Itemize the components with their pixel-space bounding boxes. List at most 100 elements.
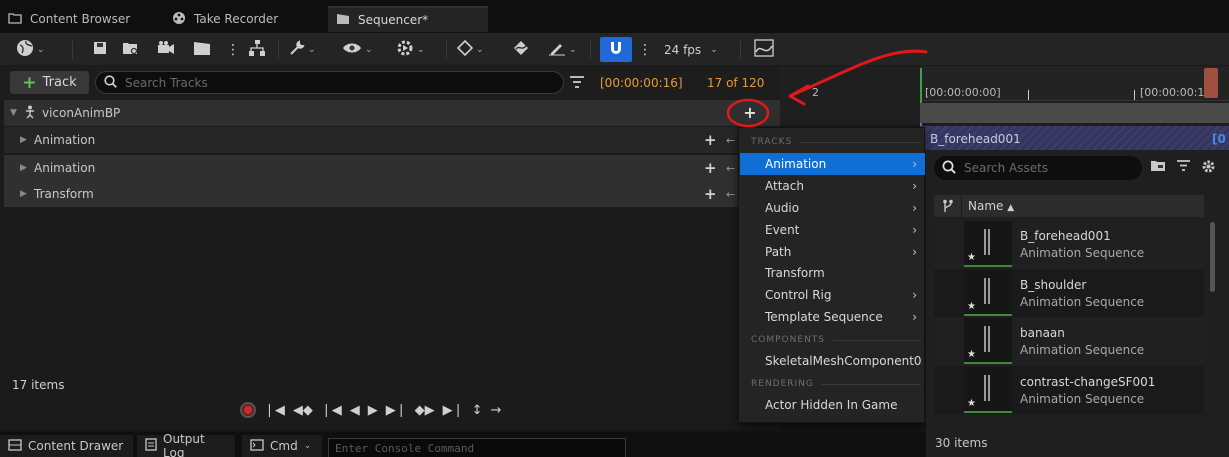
- timeline-area[interactable]: 2 [00:00:00:00] [00:00:00:12]: [780, 66, 1229, 126]
- asset-item[interactable]: ★ B_forehead001 Animation Sequence: [934, 220, 1204, 268]
- jump-to-end-icon[interactable]: ▶❘: [443, 403, 464, 418]
- add-track-label: Track: [42, 75, 77, 90]
- cmd-selector[interactable]: Cmd ⌄: [242, 435, 322, 457]
- record-button[interactable]: [240, 402, 256, 418]
- asset-item[interactable]: ★ contrast-changeSF001 Animation Sequence: [934, 366, 1204, 414]
- playhead[interactable]: [1204, 68, 1218, 98]
- add-key-plus-icon[interactable]: +: [704, 185, 717, 203]
- column-name[interactable]: Name ▲: [962, 199, 1014, 213]
- object-binding-row[interactable]: ▼ viconAnimBP: [4, 100, 780, 126]
- folder-view-icon[interactable]: [1150, 159, 1166, 178]
- menu-item-path[interactable]: Path ›: [740, 241, 925, 263]
- back-arrow-icon[interactable]: ←: [726, 188, 735, 201]
- menu-section-header: TRACKS: [751, 137, 921, 147]
- menu-item-actor-hidden-in-game[interactable]: Actor Hidden In Game: [740, 394, 925, 416]
- ruler-tick: [1134, 90, 1135, 100]
- back-arrow-icon[interactable]: ←: [726, 134, 735, 147]
- section-label: B_forehead001: [930, 131, 1021, 146]
- track-label: Animation: [34, 161, 96, 175]
- frame-rate-select[interactable]: 24 fps ⌄: [664, 39, 718, 61]
- menu-item-label: Audio: [765, 201, 800, 215]
- camera-icon: [157, 41, 175, 59]
- track-label: Animation: [34, 133, 96, 147]
- play-icon[interactable]: ▶: [368, 403, 378, 418]
- jump-arrow-icon[interactable]: →: [490, 403, 501, 418]
- keyframe-button[interactable]: ⌄: [456, 39, 484, 61]
- menu-item-control-rig[interactable]: Control Rig ›: [740, 284, 925, 306]
- menu-item-audio[interactable]: Audio ›: [740, 197, 925, 219]
- add-track-button[interactable]: + Track: [10, 71, 89, 94]
- content-drawer-button[interactable]: Content Drawer: [0, 435, 133, 457]
- more-options-button[interactable]: ⋮: [226, 39, 240, 61]
- menu-item-transform[interactable]: Transform: [740, 262, 925, 284]
- track-row-animation[interactable]: ▶ Animation + ←: [4, 127, 780, 153]
- menu-item-animation[interactable]: Animation ›: [740, 153, 925, 175]
- film-reel-icon: [172, 11, 186, 28]
- tab-label: Sequencer*: [358, 13, 429, 27]
- expand-arrow-icon[interactable]: ▶: [20, 163, 34, 173]
- asset-item[interactable]: ★ B_shoulder Animation Sequence: [934, 269, 1204, 317]
- browse-button[interactable]: [122, 39, 140, 61]
- save-button[interactable]: [92, 39, 108, 61]
- tab-take-recorder[interactable]: Take Recorder: [164, 6, 324, 32]
- tab-content-browser[interactable]: Content Browser: [0, 6, 160, 32]
- add-section-plus-icon[interactable]: +: [704, 131, 717, 149]
- asset-list-header: Name ▲: [934, 195, 1204, 217]
- asset-item[interactable]: ★ banaan Animation Sequence: [934, 317, 1204, 365]
- hierarchy-button[interactable]: [248, 39, 266, 61]
- hierarchy-icon: [248, 39, 266, 61]
- gear-icon[interactable]: [1201, 159, 1216, 178]
- toolbar-divider: [740, 41, 741, 59]
- back-arrow-icon[interactable]: ←: [726, 162, 735, 175]
- folder-search-icon: [122, 40, 140, 60]
- play-reverse-icon[interactable]: ◀: [350, 403, 360, 418]
- asset-list-scrollbar[interactable]: [1210, 222, 1215, 292]
- track-row-animation[interactable]: ▶ Animation + ←: [4, 155, 780, 181]
- chevron-down-icon: ⌄: [569, 45, 577, 55]
- world-button[interactable]: ⌄: [16, 39, 45, 61]
- tools-button[interactable]: ⌄: [289, 39, 316, 61]
- menu-item-template-sequence[interactable]: Template Sequence ›: [740, 306, 925, 328]
- step-back-key-icon[interactable]: ◀◆: [293, 403, 313, 418]
- asset-type: Animation Sequence: [1020, 294, 1145, 309]
- menu-item-attach[interactable]: Attach ›: [740, 175, 925, 197]
- menu-item-skeletal-mesh-component[interactable]: SkeletalMeshComponent0: [740, 350, 925, 372]
- asset-name: banaan: [1020, 325, 1065, 340]
- tab-sequencer[interactable]: Sequencer*: [328, 6, 488, 32]
- curve-editor-button[interactable]: [754, 39, 774, 61]
- loop-icon[interactable]: ↕: [472, 403, 483, 418]
- star-icon: ★: [967, 252, 976, 263]
- add-section-plus-icon[interactable]: +: [704, 159, 717, 177]
- console-command-input[interactable]: [329, 439, 619, 457]
- add-track-plus-button[interactable]: +: [740, 103, 760, 122]
- expand-arrow-icon[interactable]: ▶: [20, 189, 34, 199]
- step-back-frame-icon[interactable]: ❘◀: [321, 403, 342, 418]
- snap-options-button[interactable]: ⋮: [638, 39, 652, 61]
- filter-icon[interactable]: [569, 75, 585, 89]
- animation-section[interactable]: B_forehead001 [0: [920, 126, 1229, 151]
- branch-icon[interactable]: [934, 195, 962, 217]
- time-ruler[interactable]: [00:00:00:00] [00:00:00:12]: [920, 66, 1229, 101]
- snap-toggle-button[interactable]: [600, 37, 632, 62]
- output-log-button[interactable]: Output Log: [137, 432, 235, 457]
- filter-icon[interactable]: [1176, 159, 1191, 178]
- kebab-icon: ⋮: [638, 42, 652, 58]
- key-interp-button[interactable]: [512, 39, 530, 61]
- jump-to-start-icon[interactable]: ❘◀: [264, 403, 285, 418]
- asset-search-input[interactable]: [964, 161, 1134, 175]
- current-time-readout[interactable]: [00:00:00:16]: [600, 76, 683, 90]
- view-button[interactable]: ⌄: [342, 39, 373, 61]
- expand-arrow-icon[interactable]: ▶: [20, 135, 34, 145]
- playback-settings-button[interactable]: ⌄: [396, 39, 425, 61]
- clapboard-icon: [193, 40, 211, 60]
- folder-icon: [8, 12, 22, 27]
- edit-button[interactable]: ⌄: [548, 39, 577, 61]
- search-tracks-input[interactable]: [125, 75, 545, 90]
- render-movie-button[interactable]: [193, 39, 211, 61]
- step-forward-frame-icon[interactable]: ▶❘: [386, 403, 407, 418]
- menu-item-event[interactable]: Event ›: [740, 219, 925, 241]
- step-forward-key-icon[interactable]: ◆▶: [415, 403, 435, 418]
- track-row-transform[interactable]: ▶ Transform + ←: [4, 181, 780, 207]
- collapse-arrow-icon[interactable]: ▼: [10, 108, 24, 118]
- camera-button[interactable]: [157, 39, 175, 61]
